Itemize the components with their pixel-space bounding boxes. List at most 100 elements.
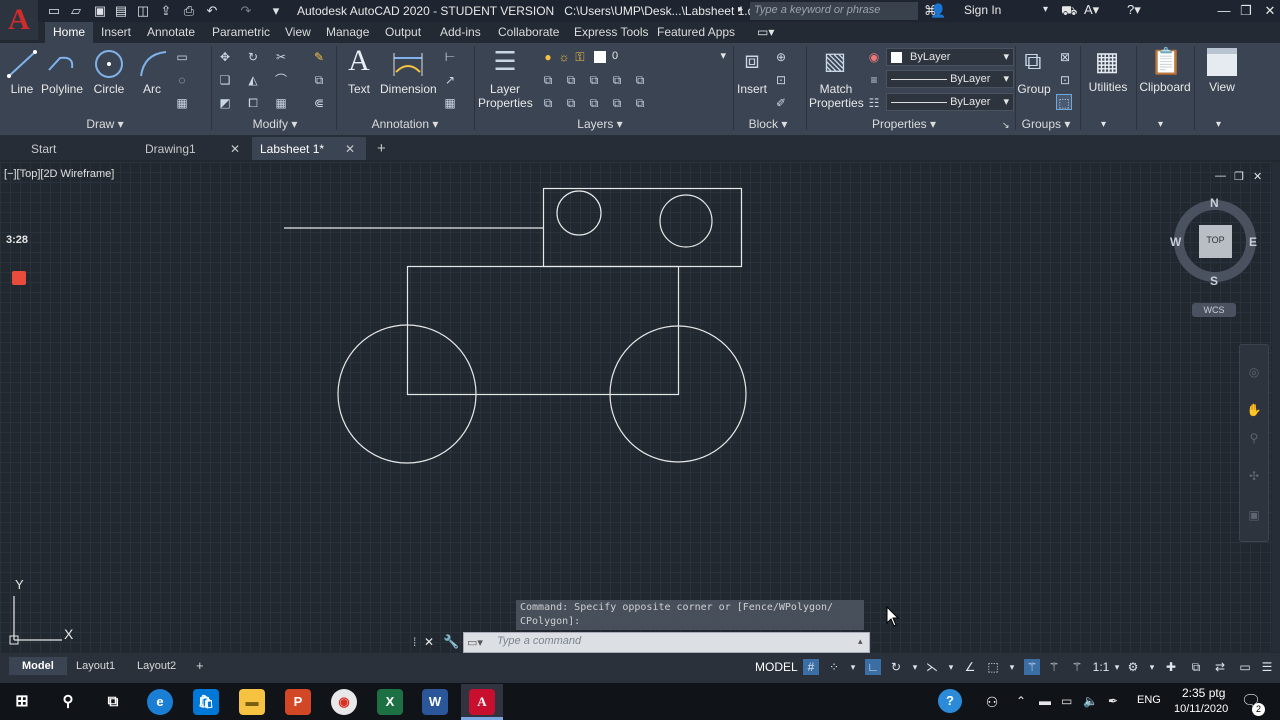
- annotation-panel-title[interactable]: Annotation ▾: [365, 117, 445, 131]
- chevron-up-icon[interactable]: ⌃: [1016, 694, 1026, 708]
- restore-icon[interactable]: ❐: [1236, 2, 1256, 20]
- tab-parametric[interactable]: Parametric: [204, 22, 278, 43]
- new-icon[interactable]: ▭: [46, 3, 62, 19]
- tab-insert[interactable]: Insert: [93, 22, 139, 43]
- tab-express-tools[interactable]: Express Tools: [566, 22, 656, 43]
- erase-icon[interactable]: ✎: [311, 49, 327, 65]
- tab-labsheet1[interactable]: Labsheet 1*: [260, 139, 324, 159]
- ribbon-minimize-icon[interactable]: ▭▾: [757, 25, 774, 39]
- cart-icon[interactable]: ⛟: [1061, 3, 1077, 21]
- people-icon[interactable]: ⚇: [979, 689, 1005, 715]
- polyline-button[interactable]: Polyline: [40, 82, 84, 96]
- snap-icon[interactable]: ⁘: [826, 659, 842, 675]
- layer-tool-icon[interactable]: ⧉: [632, 95, 648, 111]
- workspace-gear-icon[interactable]: ⚙: [1125, 659, 1141, 675]
- file-explorer-icon[interactable]: ▬: [239, 689, 265, 715]
- chevron-down-icon[interactable]: ▾: [845, 659, 861, 675]
- groups-panel-title[interactable]: Groups ▾: [1018, 117, 1074, 131]
- layers-panel-title[interactable]: Layers ▾: [570, 117, 630, 131]
- layer-properties-label[interactable]: Layer: [478, 82, 532, 96]
- windows-start-icon[interactable]: ⊞: [9, 689, 35, 715]
- qat-dropdown-icon[interactable]: ▾: [268, 3, 284, 19]
- chevron-down-icon[interactable]: ▾: [1043, 4, 1048, 15]
- tab-model[interactable]: Model: [9, 657, 67, 675]
- array-icon[interactable]: ▦: [273, 95, 289, 111]
- view-icon[interactable]: [1207, 48, 1237, 76]
- trim-icon[interactable]: ✂: [273, 49, 289, 65]
- model-space-toggle[interactable]: MODEL: [755, 660, 798, 674]
- compass-east[interactable]: E: [1249, 235, 1257, 249]
- view-button[interactable]: View: [1200, 80, 1244, 94]
- vertical-scrollbar[interactable]: [1272, 162, 1280, 652]
- match-properties-label[interactable]: Match: [811, 82, 861, 96]
- tab-home[interactable]: Home: [45, 22, 94, 43]
- layer-dropdown[interactable]: 0 ▾: [608, 48, 730, 66]
- close-command-line-icon[interactable]: ✕: [424, 635, 434, 649]
- compass-north[interactable]: N: [1210, 196, 1219, 210]
- auto-scale-icon[interactable]: ⚚: [1046, 659, 1062, 675]
- volume-icon[interactable]: 🔈: [1083, 694, 1098, 708]
- chevron-down-icon[interactable]: ▾: [1109, 659, 1125, 675]
- utilities-button[interactable]: Utilities: [1084, 80, 1132, 94]
- isodraft-icon[interactable]: ⋋: [924, 659, 940, 675]
- dimension-icon[interactable]: [392, 50, 424, 80]
- body-rectangle[interactable]: [406, 265, 680, 396]
- circle-icon[interactable]: [93, 48, 125, 80]
- compass-west[interactable]: W: [1170, 235, 1181, 249]
- tab-manage[interactable]: Manage: [318, 22, 377, 43]
- rotate-icon[interactable]: ↻: [245, 49, 261, 65]
- layer-tool-icon[interactable]: ⧉: [563, 95, 579, 111]
- layer-tool-icon[interactable]: ⧉: [609, 95, 625, 111]
- clean-screen-icon[interactable]: ▭: [1237, 659, 1253, 675]
- orbit-icon[interactable]: ✣: [1246, 468, 1262, 484]
- draw-panel-title[interactable]: Draw ▾: [80, 117, 130, 131]
- attribute-icon[interactable]: ✐: [773, 95, 789, 111]
- linear-dim-icon[interactable]: ⊢: [442, 49, 458, 65]
- save-icon[interactable]: ▣: [92, 3, 108, 19]
- copy-icon[interactable]: ❏: [217, 72, 233, 88]
- viewcube-top-face[interactable]: TOP: [1199, 235, 1232, 245]
- close-icon[interactable]: ✕: [345, 139, 355, 159]
- text-button[interactable]: Text: [344, 82, 374, 96]
- scale-icon[interactable]: ⧠: [245, 95, 261, 111]
- clipboard-button[interactable]: Clipboard: [1138, 80, 1192, 94]
- polyline-icon[interactable]: [46, 48, 78, 80]
- plot-icon[interactable]: ⎙: [181, 3, 197, 19]
- showmotion-icon[interactable]: ▣: [1246, 507, 1262, 523]
- quick-properties-icon[interactable]: ⇄: [1212, 659, 1228, 675]
- command-history-up-icon[interactable]: ▴: [858, 636, 863, 647]
- compass-south[interactable]: S: [1210, 274, 1218, 288]
- add-layout-icon[interactable]: +: [196, 657, 204, 675]
- block-panel-title[interactable]: Block ▾: [745, 117, 791, 131]
- minimize-icon[interactable]: —: [1214, 2, 1234, 20]
- tab-drawing1[interactable]: Drawing1: [145, 139, 196, 159]
- chevron-down-icon[interactable]: ▾: [1216, 119, 1221, 130]
- region-icon[interactable]: ▦: [174, 95, 190, 111]
- lineweight-dropdown[interactable]: ByLayer ▾: [886, 93, 1014, 111]
- circle-button[interactable]: Circle: [92, 82, 126, 96]
- tab-collaborate[interactable]: Collaborate: [490, 22, 567, 43]
- chevron-down-icon[interactable]: ▾: [907, 659, 923, 675]
- help-assistant-icon[interactable]: ?: [938, 689, 962, 713]
- customize-wrench-icon[interactable]: 🔧: [443, 634, 459, 650]
- table-icon[interactable]: ▦: [442, 95, 458, 111]
- tab-layout2[interactable]: Layout2: [137, 657, 176, 675]
- customization-menu-icon[interactable]: ☰: [1259, 659, 1275, 675]
- rectangle-icon[interactable]: ▭: [174, 49, 190, 65]
- line-button[interactable]: Line: [8, 82, 36, 96]
- line-icon[interactable]: [6, 48, 38, 80]
- cloud-open-icon[interactable]: ◫: [135, 3, 151, 19]
- task-view-icon[interactable]: ⧉: [100, 689, 126, 715]
- polar-icon[interactable]: ↻: [888, 659, 904, 675]
- upper-rectangle[interactable]: [542, 187, 743, 268]
- chevron-down-icon[interactable]: ▾: [1144, 659, 1160, 675]
- group-button[interactable]: Group: [1017, 82, 1051, 96]
- sign-in-button[interactable]: Sign In: [964, 3, 1001, 17]
- arc-icon[interactable]: [138, 48, 170, 80]
- layer-tool-icon[interactable]: ⧉: [609, 72, 625, 88]
- properties-panel-title[interactable]: Properties ▾: [868, 117, 940, 131]
- color-dropdown[interactable]: ByLayer ▾: [886, 48, 1014, 66]
- chevron-down-icon[interactable]: ▾: [1004, 659, 1020, 675]
- chevron-down-icon[interactable]: ▾: [1101, 119, 1106, 130]
- command-input[interactable]: Type a command: [497, 635, 581, 647]
